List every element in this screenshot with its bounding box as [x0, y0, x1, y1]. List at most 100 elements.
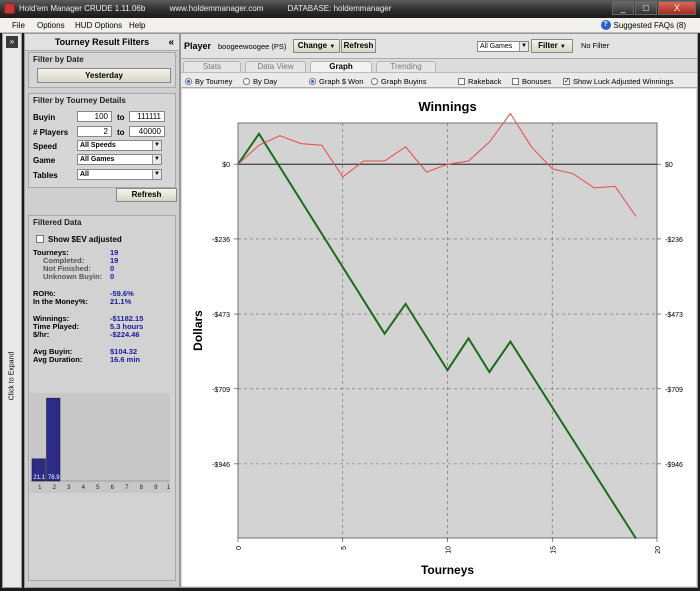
- bonuses-label: Bonuses: [522, 77, 552, 86]
- players-from-input[interactable]: 2: [77, 126, 112, 137]
- x-tick-label: 20: [655, 546, 662, 554]
- speed-value: All Speeds: [80, 142, 116, 149]
- x-tick-label: 0: [236, 546, 243, 550]
- database-label: DATABASE: holdemmanager: [287, 4, 392, 13]
- y-tick-label-right: -$236: [665, 237, 683, 244]
- faq-label: Suggested FAQs (8): [613, 20, 686, 30]
- player-toolbar: Player boogeewoogee (PS) Change ▼ Refres…: [181, 34, 697, 59]
- stat-label: Avg Duration:: [33, 355, 83, 364]
- bonuses-checkbox[interactable]: [512, 78, 519, 85]
- y-tick-label: -$473: [212, 312, 230, 319]
- tables-select[interactable]: All ▼: [77, 169, 162, 180]
- luck-adjusted-checkbox[interactable]: ✓: [563, 78, 570, 85]
- expand-arrow-icon[interactable]: »: [6, 36, 18, 48]
- filtered-data-title: Filtered Data: [33, 218, 82, 227]
- menu-file[interactable]: File: [12, 21, 25, 30]
- by-tourney-option[interactable]: By Tourney: [185, 77, 232, 86]
- buyin-to-input[interactable]: 111111: [129, 111, 165, 122]
- filter-label: Filter: [538, 41, 558, 50]
- y-tick-label: -$236: [212, 237, 230, 244]
- graph-buyins-radio[interactable]: [371, 78, 378, 85]
- graph-won-option[interactable]: Graph $ Won: [309, 77, 363, 86]
- x-tick-label: 5: [341, 546, 348, 550]
- x-axis-label: Tourneys: [421, 563, 474, 577]
- filter-panel: Tourney Result Filters « Filter by Date …: [24, 33, 180, 588]
- games-select[interactable]: All Games ▼: [477, 41, 529, 52]
- window-titlebar: Hold'em Manager CRUDE 1.11.06b www.holde…: [0, 0, 700, 18]
- menu-hud-options[interactable]: HUD Options: [75, 21, 122, 30]
- expand-label: Click to Expand: [8, 351, 16, 401]
- finish-bar-label: 21.1: [33, 475, 45, 481]
- filter-button[interactable]: Filter ▼: [531, 39, 573, 53]
- buyin-label: Buyin: [33, 113, 56, 122]
- filters-refresh-button[interactable]: Refresh: [116, 188, 177, 202]
- tables-value: All: [80, 171, 89, 178]
- maximize-button[interactable]: □: [635, 1, 657, 15]
- tab-stats[interactable]: Stats: [183, 61, 241, 72]
- game-value: All Games: [80, 156, 115, 163]
- chevron-down-icon: ▼: [152, 170, 161, 179]
- by-tourney-label: By Tourney: [195, 77, 233, 86]
- rakeback-option[interactable]: Rakeback: [458, 77, 501, 86]
- y-tick-label: -$946: [212, 462, 230, 469]
- filter-by-date-box: Filter by Date Yesterday: [28, 52, 176, 88]
- by-day-option[interactable]: By Day: [243, 77, 277, 86]
- graph-buyins-option[interactable]: Graph Buyins: [371, 77, 426, 86]
- finish-bar: [46, 397, 61, 482]
- bonuses-option[interactable]: Bonuses: [512, 77, 551, 86]
- graph-won-radio[interactable]: [309, 78, 316, 85]
- finish-bar-label: 78.9: [48, 475, 60, 481]
- finish-category-label: 10: [167, 485, 170, 491]
- suggested-faqs[interactable]: ? Suggested FAQs (8): [600, 20, 686, 30]
- stat-value: -$224.46: [110, 330, 140, 339]
- help-icon: ?: [600, 20, 611, 30]
- yesterday-button[interactable]: Yesterday: [37, 68, 171, 83]
- minimize-button[interactable]: _: [612, 1, 634, 15]
- player-name: boogeewoogee (PS): [218, 42, 287, 51]
- change-label: Change: [297, 41, 328, 50]
- graph-options-bar: By Tourney By Day Graph $ Won Graph Buyi…: [181, 72, 697, 88]
- app-icon: [4, 3, 15, 14]
- stat-label: In the Money%:: [33, 297, 89, 306]
- game-select[interactable]: All Games ▼: [77, 154, 162, 165]
- luck-adjusted-label: Show Luck Adjusted Winnings: [573, 77, 674, 86]
- chevron-down-icon: ▼: [329, 44, 336, 50]
- speed-select[interactable]: All Speeds ▼: [77, 140, 162, 151]
- player-label: Player: [184, 41, 212, 51]
- stat-value: 16.6 min: [110, 355, 141, 364]
- by-tourney-radio[interactable]: [185, 78, 192, 85]
- graph-won-label: Graph $ Won: [319, 77, 364, 86]
- game-label: Game: [33, 156, 56, 165]
- buyin-from-input[interactable]: 100: [77, 111, 112, 122]
- filter-panel-title: Tourney Result Filters: [54, 37, 150, 47]
- players-to-input[interactable]: 40000: [129, 126, 165, 137]
- toolbar-refresh-button[interactable]: Refresh: [341, 39, 376, 53]
- speed-label: Speed: [33, 142, 58, 151]
- show-ev-checkbox[interactable]: [36, 235, 44, 243]
- tab-data-view[interactable]: Data View: [245, 61, 306, 72]
- stat-label: $/hr:: [33, 330, 50, 339]
- by-day-radio[interactable]: [243, 78, 250, 85]
- stat-value: 0: [110, 272, 115, 281]
- menu-options[interactable]: Options: [37, 21, 65, 30]
- y-tick-label-right: -$946: [665, 462, 683, 469]
- x-tick-label: 10: [446, 546, 453, 554]
- buyin-to-label: to: [117, 113, 125, 122]
- collapse-icon[interactable]: «: [168, 34, 174, 51]
- tables-label: Tables: [33, 171, 58, 180]
- expand-strip[interactable]: » Click to Expand: [2, 33, 22, 588]
- filter-by-date-title: Filter by Date: [33, 55, 84, 64]
- menu-help[interactable]: Help: [129, 21, 145, 30]
- y-tick-label-right: $0: [665, 162, 673, 169]
- close-button[interactable]: X: [658, 1, 696, 15]
- rakeback-checkbox[interactable]: [458, 78, 465, 85]
- change-player-button[interactable]: Change ▼: [293, 39, 340, 53]
- chevron-down-icon: ▼: [519, 42, 528, 51]
- y-axis-label: Dollars: [191, 310, 205, 351]
- y-tick-label-right: -$709: [665, 387, 683, 394]
- no-filter-label: No Filter: [581, 41, 610, 50]
- luck-adjusted-option[interactable]: ✓ Show Luck Adjusted Winnings: [563, 77, 673, 86]
- tab-trending[interactable]: Trending: [376, 61, 436, 72]
- chevron-down-icon: ▼: [559, 44, 566, 50]
- x-tick-label: 15: [550, 546, 557, 554]
